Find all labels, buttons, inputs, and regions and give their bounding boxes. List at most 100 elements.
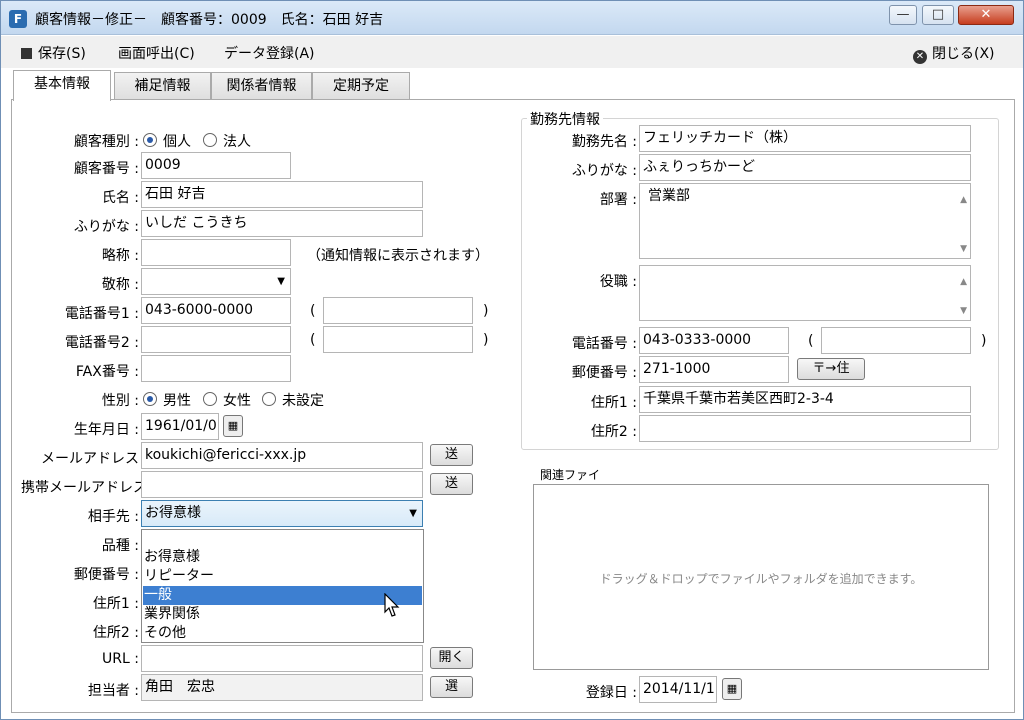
partner-label: 相手先 : bbox=[87, 509, 139, 525]
gender-label: 性別 : bbox=[101, 393, 139, 409]
email-label: メールアドレス bbox=[41, 451, 139, 467]
paren-open-1: ( bbox=[310, 303, 316, 319]
phone1-field[interactable]: 043-6000-0000 bbox=[141, 297, 291, 324]
work-phone-field[interactable]: 043-0333-0000 bbox=[639, 327, 789, 354]
send-mobile-email-button[interactable]: 送 bbox=[430, 473, 473, 495]
honorific-select[interactable]: ▼ bbox=[141, 268, 291, 295]
close-window-button[interactable]: ✕ bbox=[958, 5, 1014, 25]
reg-date-field[interactable]: 2014/11/1 bbox=[639, 676, 717, 703]
partner-value: お得意様 bbox=[145, 505, 201, 521]
birthday-label: 生年月日 : bbox=[73, 422, 139, 438]
option-other[interactable]: その他 bbox=[143, 624, 422, 643]
phone2-field[interactable] bbox=[141, 326, 291, 353]
radio-individual[interactable] bbox=[143, 133, 157, 147]
dept-value: 営業部 bbox=[648, 188, 690, 204]
radio-female[interactable] bbox=[203, 392, 217, 406]
work-phone-label: 電話番号 : bbox=[571, 336, 637, 352]
tab-regular-schedule[interactable]: 定期予定 bbox=[312, 72, 410, 100]
email-field[interactable]: koukichi@fericci-xxx.jp bbox=[141, 442, 423, 469]
title-bar: F 顧客情報－修正－ 顧客番号：0009 氏名：石田 好吉 — □ ✕ bbox=[1, 1, 1023, 35]
abbr-field[interactable] bbox=[141, 239, 291, 266]
work-addr1-field[interactable]: 千葉県千葉市若美区西町2-3-4 bbox=[639, 386, 971, 413]
tab-supplement-info[interactable]: 補足情報 bbox=[114, 72, 211, 100]
customer-no-label: 顧客番号 : bbox=[73, 161, 139, 177]
radio-corporation[interactable] bbox=[203, 133, 217, 147]
menu-screen-call[interactable]: 画面呼出(C) bbox=[118, 43, 195, 63]
tab-basic-info[interactable]: 基本情報 bbox=[13, 70, 111, 101]
fax-field[interactable] bbox=[141, 355, 291, 382]
phone1-note-field[interactable] bbox=[323, 297, 473, 324]
calendar-icon[interactable]: ▦ bbox=[722, 678, 742, 700]
scroll-up-icon[interactable]: ▲ bbox=[960, 270, 967, 295]
menu-close[interactable]: ✕ 閉じる(X) bbox=[913, 43, 995, 64]
radio-unset-label: 未設定 bbox=[282, 393, 324, 409]
scroll-up-icon[interactable]: ▲ bbox=[960, 188, 967, 213]
file-drop-hint: ドラッグ＆ドロップでファイルやフォルダを追加できます。 bbox=[599, 572, 923, 586]
title-textarea[interactable]: ▲ ▼ bbox=[639, 265, 971, 321]
partner-select[interactable]: お得意様 ▼ bbox=[141, 500, 423, 527]
furigana-field[interactable]: いしだ こうきち bbox=[141, 210, 423, 237]
dept-textarea[interactable]: 営業部 ▲ ▼ bbox=[639, 183, 971, 259]
reg-date-label: 登録日 : bbox=[585, 685, 637, 701]
work-postal-field[interactable]: 271-1000 bbox=[639, 356, 789, 383]
furigana-label: ふりがな : bbox=[73, 219, 139, 235]
radio-male-label: 男性 bbox=[163, 393, 191, 409]
file-drop-area[interactable]: ドラッグ＆ドロップでファイルやフォルダを追加できます。 bbox=[533, 484, 989, 670]
abbr-label: 略称 : bbox=[101, 248, 139, 264]
url-field[interactable] bbox=[141, 645, 423, 672]
maximize-button[interactable]: □ bbox=[922, 5, 954, 25]
option-industry[interactable]: 業界関係 bbox=[143, 605, 422, 624]
work-addr2-label: 住所2 : bbox=[590, 424, 637, 440]
honorific-label: 敬称 : bbox=[101, 277, 139, 293]
menu-save[interactable]: 保存(S) bbox=[21, 43, 86, 63]
tab-related-persons[interactable]: 関係者情報 bbox=[211, 72, 312, 100]
postal-to-address-button[interactable]: 〒→住 bbox=[797, 358, 865, 380]
radio-male[interactable] bbox=[143, 392, 157, 406]
phone2-note-field[interactable] bbox=[323, 326, 473, 353]
kind-label: 品種 : bbox=[101, 538, 139, 554]
window-title: 顧客情報－修正－ 顧客番号：0009 氏名：石田 好吉 bbox=[35, 12, 384, 28]
app-icon: F bbox=[9, 10, 27, 28]
mobile-email-label: 携帯メールアドレス bbox=[21, 480, 147, 496]
work-phone-note-field[interactable] bbox=[821, 327, 971, 354]
title-label: 役職 : bbox=[599, 274, 637, 290]
fax-label: FAX番号 : bbox=[75, 364, 139, 380]
radio-unset[interactable] bbox=[262, 392, 276, 406]
staff-field[interactable]: 角田 宏忠 bbox=[141, 674, 423, 701]
customer-no-field[interactable]: 0009 bbox=[141, 152, 291, 179]
partner-dropdown-list: お得意様 リピーター 一般 業界関係 その他 bbox=[141, 529, 424, 643]
save-icon bbox=[21, 48, 32, 59]
menu-data-register[interactable]: データ登録(A) bbox=[224, 43, 315, 63]
mouse-cursor-icon bbox=[384, 593, 400, 617]
work-info-legend: 勤務先情報 bbox=[527, 109, 603, 129]
radio-individual-label: 個人 bbox=[163, 134, 191, 150]
company-field[interactable]: フェリッチカード（株） bbox=[639, 125, 971, 152]
mobile-email-field[interactable] bbox=[141, 471, 423, 498]
phone2-label: 電話番号2 : bbox=[64, 335, 139, 351]
close-circle-icon: ✕ bbox=[913, 50, 927, 64]
option-valued-customer[interactable]: お得意様 bbox=[143, 548, 422, 567]
scroll-down-icon[interactable]: ▼ bbox=[960, 306, 967, 316]
select-staff-button[interactable]: 選 bbox=[430, 676, 473, 698]
name-label: 氏名 : bbox=[101, 190, 139, 206]
option-general[interactable]: 一般 bbox=[143, 586, 422, 605]
open-url-button[interactable]: 開く bbox=[430, 647, 473, 669]
addr1-label: 住所1 : bbox=[92, 596, 139, 612]
scroll-down-icon[interactable]: ▼ bbox=[960, 244, 967, 254]
send-email-button[interactable]: 送 bbox=[430, 444, 473, 466]
menu-bar: 保存(S) 画面呼出(C) データ登録(A) ✕ 閉じる(X) bbox=[1, 36, 1023, 68]
name-field[interactable]: 石田 好吉 bbox=[141, 181, 423, 208]
addr2-label: 住所2 : bbox=[92, 625, 139, 641]
phone1-label: 電話番号1 : bbox=[64, 306, 139, 322]
birthday-field[interactable]: 1961/01/0 bbox=[141, 413, 219, 440]
work-furigana-field[interactable]: ふぇりっちかーど bbox=[639, 154, 971, 181]
menu-close-label: 閉じる(X) bbox=[932, 46, 995, 62]
minimize-button[interactable]: — bbox=[889, 5, 917, 25]
calendar-icon[interactable]: ▦ bbox=[223, 415, 243, 437]
work-addr2-field[interactable] bbox=[639, 415, 971, 442]
chevron-down-icon: ▼ bbox=[277, 276, 285, 287]
option-repeater[interactable]: リピーター bbox=[143, 567, 422, 586]
paren-open-2: ( bbox=[310, 332, 316, 348]
chevron-down-icon: ▼ bbox=[409, 508, 417, 519]
work-postal-label: 郵便番号 : bbox=[571, 365, 637, 381]
